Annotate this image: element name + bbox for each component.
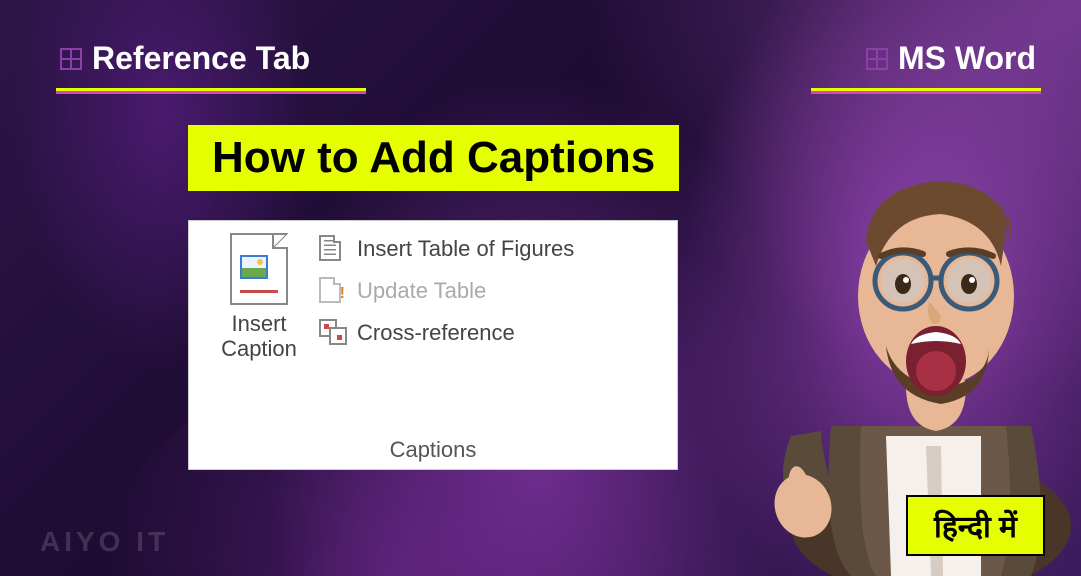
insert-caption-label: Insert Caption [199,311,319,362]
cross-reference-button[interactable]: Cross-reference [319,319,667,347]
item-label: Update Table [357,278,486,304]
language-badge: हिन्दी में [906,495,1045,556]
item-label: Cross-reference [357,320,515,346]
item-label: Insert Table of Figures [357,236,574,262]
headline: How to Add Captions [188,125,679,191]
header-left: Reference Tab [60,40,310,77]
ribbon-group-label: Captions [189,437,677,463]
underline [56,88,366,91]
update-table-button: ! Update Table [319,277,667,305]
header-right-label: MS Word [898,40,1036,77]
insert-caption-button[interactable]: Insert Caption [199,233,319,469]
document-lines-icon [319,235,347,263]
underline [811,88,1041,91]
document-picture-icon [230,233,288,305]
header-left-label: Reference Tab [92,40,310,77]
grid-icon [60,48,82,70]
document-exclaim-icon: ! [319,277,347,305]
grid-icon [866,48,888,70]
cross-reference-icon [319,319,347,347]
watermark: AIYO IT [40,526,169,558]
captions-ribbon-group: Insert Caption Insert Table of Figures !… [188,220,678,470]
header-right: MS Word [866,40,1036,77]
insert-table-of-figures-button[interactable]: Insert Table of Figures [319,235,667,263]
